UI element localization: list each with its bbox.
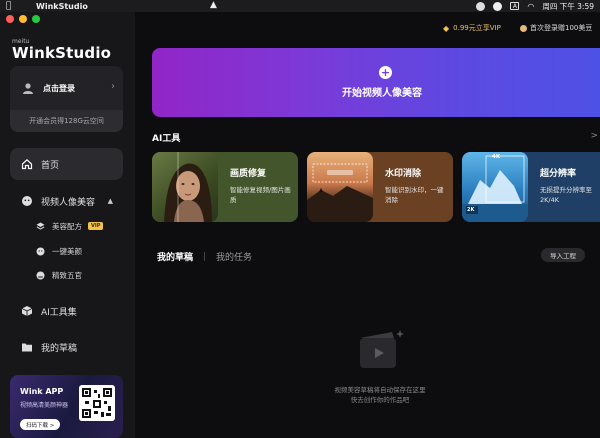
hero-label: 开始视频人像美容 (342, 88, 422, 99)
woman-portrait-image (164, 152, 212, 222)
main-content: ◆ 0.99元立享VIP 首次登录赠100美豆 + 开始视频人像美容 AI工具 … (135, 12, 600, 438)
empty-state-text: 视频美容草稿将自动保存在这里 快去创作你的作品吧 (310, 385, 450, 405)
zoom-window-button[interactable] (32, 15, 40, 23)
scan-download-button[interactable]: 扫码下载 > (20, 419, 61, 430)
clock[interactable]: 周四 下午 3:59 (542, 1, 594, 12)
sidebar-item-label: 首页 (41, 160, 60, 171)
features-icon (36, 271, 45, 279)
sunset-landscape-image (307, 163, 373, 222)
landscape-thumbnail (307, 152, 373, 222)
tool-card-title: 画质修复 (230, 169, 267, 179)
tool-card-desc: 智能识别水印，一键消除 (385, 186, 444, 204)
close-window-button[interactable] (6, 15, 14, 23)
menu-app-name[interactable]: WinkStudio (36, 2, 88, 11)
diamond-icon: ◆ (443, 23, 450, 33)
tab-my-drafts[interactable]: 我的草稿 (157, 250, 193, 263)
subitem-label: 精致五官 (52, 270, 82, 280)
start-portrait-beauty-banner[interactable]: + 开始视频人像美容 (152, 48, 600, 117)
vip-offer[interactable]: ◆ 0.99元立享VIP (443, 23, 501, 33)
qr-code-icon (79, 385, 115, 421)
window-controls (6, 15, 40, 23)
sidebar-item-label: AI工具集 (41, 307, 77, 318)
menu-bar:  WinkStudio A ◠ 周四 下午 3:59 (0, 0, 600, 12)
input-method-icon[interactable]: A (510, 2, 520, 10)
iceberg-thumbnail: 4K 2K (462, 152, 528, 222)
ai-tools-more[interactable]: > (590, 131, 598, 141)
sidebar-item-home[interactable]: 首页 (10, 148, 123, 180)
portrait-thumbnail (152, 152, 218, 222)
sidebar-item-ai-tools[interactable]: AI工具集 (10, 295, 123, 327)
app-logo: WinkStudio (12, 44, 112, 62)
coin-icon (520, 24, 527, 32)
login-gift-text: 首次登录赠100美豆 (530, 24, 593, 32)
vip-badge: VIP (88, 222, 104, 230)
login-label: 点击登录 (43, 83, 75, 93)
minimize-window-button[interactable] (19, 15, 27, 23)
apple-icon[interactable]:  (6, 1, 20, 11)
draft-tabs: 我的草稿 我的任务 (157, 250, 252, 263)
plus-icon: + (379, 66, 392, 79)
user-avatar-icon (23, 83, 33, 94)
badge-2k: 2K (467, 207, 475, 213)
mouse-cursor-icon: ▲ (210, 0, 217, 10)
sidebar-subitem-beauty-formula[interactable]: 美容配方 VIP (36, 217, 104, 235)
vip-offer-text: 0.99元立享VIP (453, 24, 501, 32)
wink-app-promo[interactable]: Wink APP 视频高清美颜神器 扫码下载 > (10, 375, 123, 438)
tool-card-quality-repair[interactable]: 画质修复 智能修复视频/图片画质 (152, 152, 298, 222)
tool-card-super-resolution[interactable]: 4K 2K 超分辨率 无损提升分辨率至2K/4K (462, 152, 600, 222)
tab-my-tasks[interactable]: 我的任务 (216, 250, 252, 263)
sidebar-item-label: 我的草稿 (41, 343, 78, 354)
login-row[interactable]: 点击登录 › (10, 66, 123, 110)
sidebar-subitem-facial-features[interactable]: 精致五官 (36, 266, 82, 284)
cube-icon (21, 306, 33, 316)
promo-title: Wink APP (20, 387, 64, 396)
tool-card-title: 超分辨率 (540, 169, 577, 179)
sidebar-item-portrait-beauty[interactable]: 视频人像美容 ▲ (10, 185, 123, 217)
ai-tools-title: AI工具 (152, 134, 181, 144)
tool-card-watermark-removal[interactable]: 水印消除 智能识别水印，一键消除 (307, 152, 453, 222)
empty-drafts-icon (360, 330, 404, 368)
winkstudio-tray-icon[interactable] (493, 1, 503, 11)
vpn-icon[interactable] (476, 1, 486, 11)
wifi-icon[interactable]: ◠ (527, 2, 534, 11)
promo-subtitle: 视频高清美颜神器 (20, 402, 69, 409)
tool-card-title: 水印消除 (385, 169, 422, 179)
login-card[interactable]: 点击登录 › 开通会员得128G云空间 (10, 66, 123, 132)
sidebar: meitu WinkStudio 点击登录 › 开通会员得128G云空间 首页 (0, 12, 135, 438)
badge-4k: 4K (492, 154, 501, 160)
empty-line-1: 视频美容草稿将自动保存在这里 (334, 386, 426, 394)
chevron-right-icon: › (111, 81, 115, 92)
sidebar-item-drafts[interactable]: 我的草稿 (10, 331, 123, 363)
home-icon (21, 158, 33, 170)
folder-icon (22, 343, 32, 352)
subitem-label: 美容配方 (52, 221, 82, 231)
sidebar-subitem-one-click-beauty[interactable]: 一键美颜 (36, 242, 82, 260)
layers-icon (36, 222, 45, 230)
import-project-button[interactable]: 导入工程 (541, 248, 585, 262)
subitem-label: 一键美颜 (52, 246, 82, 256)
menu-status-area: A ◠ 周四 下午 3:59 (476, 0, 594, 12)
face-icon (36, 247, 45, 255)
sidebar-item-label: 视频人像美容 (41, 197, 96, 208)
vip-promo-strip[interactable]: 开通会员得128G云空间 (10, 110, 123, 132)
empty-line-2: 快去创作你的作品吧 (350, 396, 410, 404)
tool-card-desc: 智能修复视频/图片画质 (230, 186, 291, 204)
tool-card-desc: 无损提升分辨率至2K/4K (540, 186, 592, 204)
portrait-icon (22, 196, 32, 206)
tab-divider (204, 252, 206, 261)
collapse-arrow-icon[interactable]: ▲ (108, 197, 113, 205)
login-gift[interactable]: 首次登录赠100美豆 (520, 23, 592, 33)
